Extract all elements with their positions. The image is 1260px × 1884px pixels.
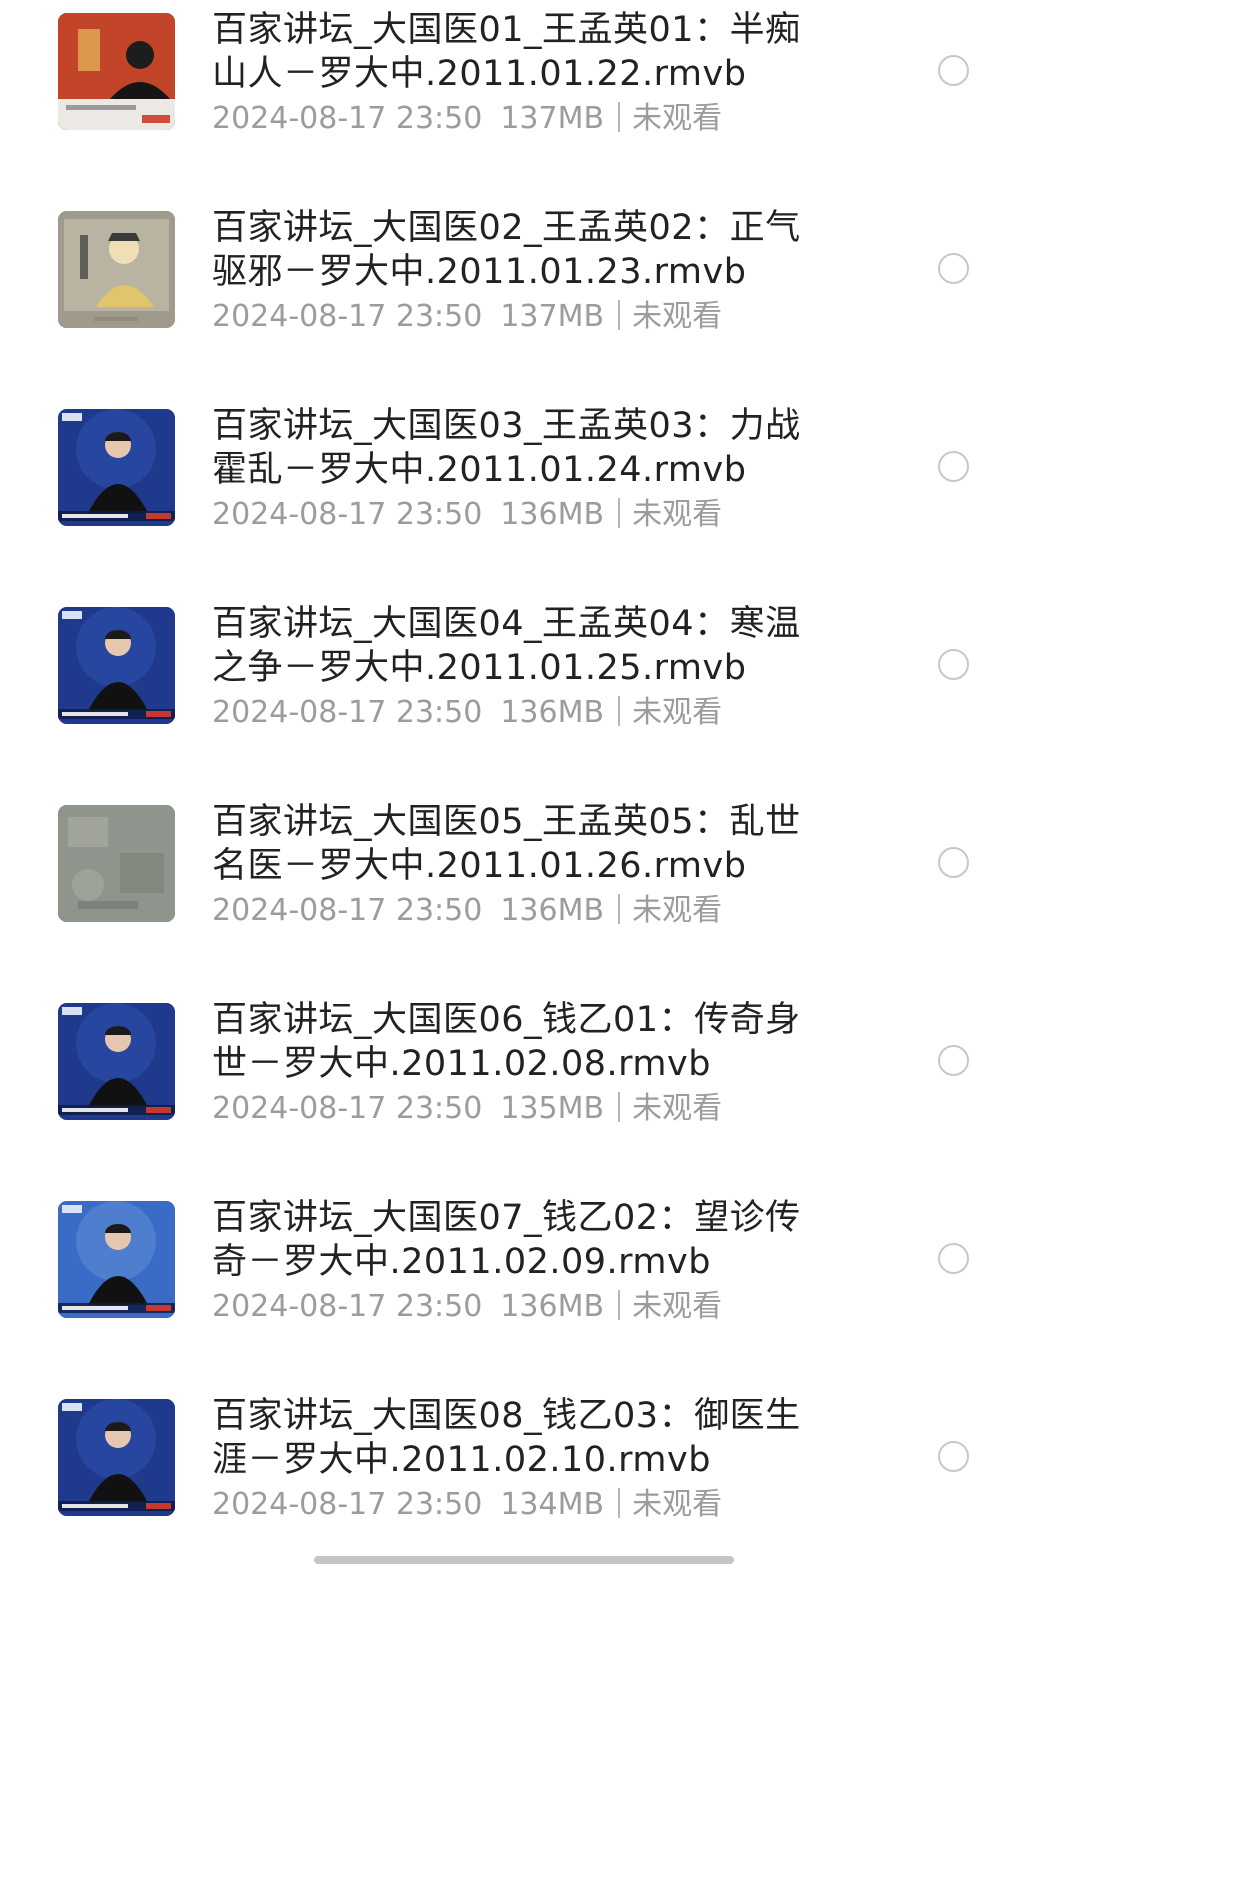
meta-divider: [618, 1092, 621, 1122]
file-date: 2024-08-17 23:50: [212, 1289, 483, 1324]
file-title-line1: 百家讲坛_大国医06_钱乙01：传奇身: [212, 1000, 801, 1040]
file-size: 137MB: [500, 299, 605, 334]
meta-divider: [618, 300, 621, 330]
file-meta: 2024-08-17 23:50 136MB 未观看: [212, 495, 852, 535]
file-meta: 2024-08-17 23:50 134MB 未观看: [212, 1485, 852, 1525]
video-thumbnail-icon[interactable]: [58, 211, 175, 328]
file-size: 134MB: [500, 1487, 605, 1522]
file-date: 2024-08-17 23:50: [212, 497, 483, 532]
file-size: 135MB: [500, 1091, 605, 1126]
file-size: 136MB: [500, 893, 605, 928]
file-date: 2024-08-17 23:50: [212, 1091, 483, 1126]
video-thumbnail-icon[interactable]: [58, 1399, 175, 1516]
file-size: 136MB: [500, 1289, 605, 1324]
meta-divider: [618, 696, 621, 726]
file-title-line1: 百家讲坛_大国医08_钱乙03：御医生: [212, 1396, 801, 1436]
file-meta: 2024-08-17 23:50 137MB 未观看: [212, 99, 852, 139]
file-size: 136MB: [500, 497, 605, 532]
video-thumbnail-icon[interactable]: [58, 409, 175, 526]
file-title-line2: 涯－罗大中.2011.02.10.rmvb: [212, 1440, 711, 1480]
file-title-line1: 百家讲坛_大国医04_王孟英04：寒温: [212, 604, 801, 644]
file-meta: 2024-08-17 23:50 136MB 未观看: [212, 693, 852, 733]
file-meta: 2024-08-17 23:50 136MB 未观看: [212, 1287, 852, 1327]
list-item[interactable]: 百家讲坛_大国医03_王孟英03：力战 霍乱－罗大中.2011.01.24.rmv…: [0, 396, 1046, 594]
file-title-line2: 山人－罗大中.2011.01.22.rmvb: [212, 54, 747, 94]
watch-status: 未观看: [632, 299, 723, 334]
file-title-line1: 百家讲坛_大国医07_钱乙02：望诊传: [212, 1198, 801, 1238]
file-meta: 2024-08-17 23:50 137MB 未观看: [212, 297, 852, 337]
list-item[interactable]: 百家讲坛_大国医04_王孟英04：寒温 之争－罗大中.2011.01.25.rmv…: [0, 594, 1046, 792]
watch-status: 未观看: [632, 1091, 723, 1126]
watch-status: 未观看: [632, 1289, 723, 1324]
list-item[interactable]: 百家讲坛_大国医06_钱乙01：传奇身 世－罗大中.2011.02.08.rmvb…: [0, 990, 1046, 1188]
file-date: 2024-08-17 23:50: [212, 299, 483, 334]
file-date: 2024-08-17 23:50: [212, 1487, 483, 1522]
video-thumbnail-icon[interactable]: [58, 607, 175, 724]
list-item[interactable]: 百家讲坛_大国医07_钱乙02：望诊传 奇－罗大中.2011.02.09.rmvb…: [0, 1188, 1046, 1386]
radio-circle-icon[interactable]: [938, 55, 969, 86]
radio-circle-icon[interactable]: [938, 1441, 969, 1472]
file-title-line2: 奇－罗大中.2011.02.09.rmvb: [212, 1242, 711, 1282]
file-title-line2: 之争－罗大中.2011.01.25.rmvb: [212, 648, 747, 688]
file-size: 137MB: [500, 101, 605, 136]
file-title-line2: 名医－罗大中.2011.01.26.rmvb: [212, 846, 747, 886]
watch-status: 未观看: [632, 1487, 723, 1522]
radio-circle-icon[interactable]: [938, 1045, 969, 1076]
meta-divider: [618, 498, 621, 528]
file-title-line2: 世－罗大中.2011.02.08.rmvb: [212, 1044, 711, 1084]
file-date: 2024-08-17 23:50: [212, 101, 483, 136]
file-title-line1: 百家讲坛_大国医01_王孟英01：半痴: [212, 10, 801, 50]
watch-status: 未观看: [632, 101, 723, 136]
video-thumbnail-icon[interactable]: [58, 805, 175, 922]
video-thumbnail-icon[interactable]: [58, 1003, 175, 1120]
file-date: 2024-08-17 23:50: [212, 893, 483, 928]
file-meta: 2024-08-17 23:50 135MB 未观看: [212, 1089, 852, 1129]
list-item[interactable]: 百家讲坛_大国医01_王孟英01：半痴 山人－罗大中.2011.01.22.rmv…: [0, 0, 1046, 198]
file-title-line1: 百家讲坛_大国医03_王孟英03：力战: [212, 406, 801, 446]
file-title-line2: 霍乱－罗大中.2011.01.24.rmvb: [212, 450, 747, 490]
meta-divider: [618, 894, 621, 924]
watch-status: 未观看: [632, 497, 723, 532]
radio-circle-icon[interactable]: [938, 649, 969, 680]
radio-circle-icon[interactable]: [938, 1243, 969, 1274]
file-title-line1: 百家讲坛_大国医02_王孟英02：正气: [212, 208, 801, 248]
meta-divider: [618, 102, 621, 132]
list-item[interactable]: 百家讲坛_大国医08_钱乙03：御医生 涯－罗大中.2011.02.10.rmvb…: [0, 1386, 1046, 1584]
meta-divider: [618, 1488, 621, 1518]
file-title-line1: 百家讲坛_大国医05_王孟英05：乱世: [212, 802, 801, 842]
file-title-line2: 驱邪－罗大中.2011.01.23.rmvb: [212, 252, 747, 292]
home-indicator[interactable]: [314, 1556, 734, 1564]
list-item[interactable]: 百家讲坛_大国医05_王孟英05：乱世 名医－罗大中.2011.01.26.rmv…: [0, 792, 1046, 990]
radio-circle-icon[interactable]: [938, 451, 969, 482]
file-meta: 2024-08-17 23:50 136MB 未观看: [212, 891, 852, 931]
video-thumbnail-icon[interactable]: [58, 1201, 175, 1318]
radio-circle-icon[interactable]: [938, 847, 969, 878]
list-item[interactable]: 百家讲坛_大国医02_王孟英02：正气 驱邪－罗大中.2011.01.23.rmv…: [0, 198, 1046, 396]
watch-status: 未观看: [632, 893, 723, 928]
radio-circle-icon[interactable]: [938, 253, 969, 284]
meta-divider: [618, 1290, 621, 1320]
file-date: 2024-08-17 23:50: [212, 695, 483, 730]
file-size: 136MB: [500, 695, 605, 730]
watch-status: 未观看: [632, 695, 723, 730]
video-thumbnail-icon[interactable]: [58, 13, 175, 130]
